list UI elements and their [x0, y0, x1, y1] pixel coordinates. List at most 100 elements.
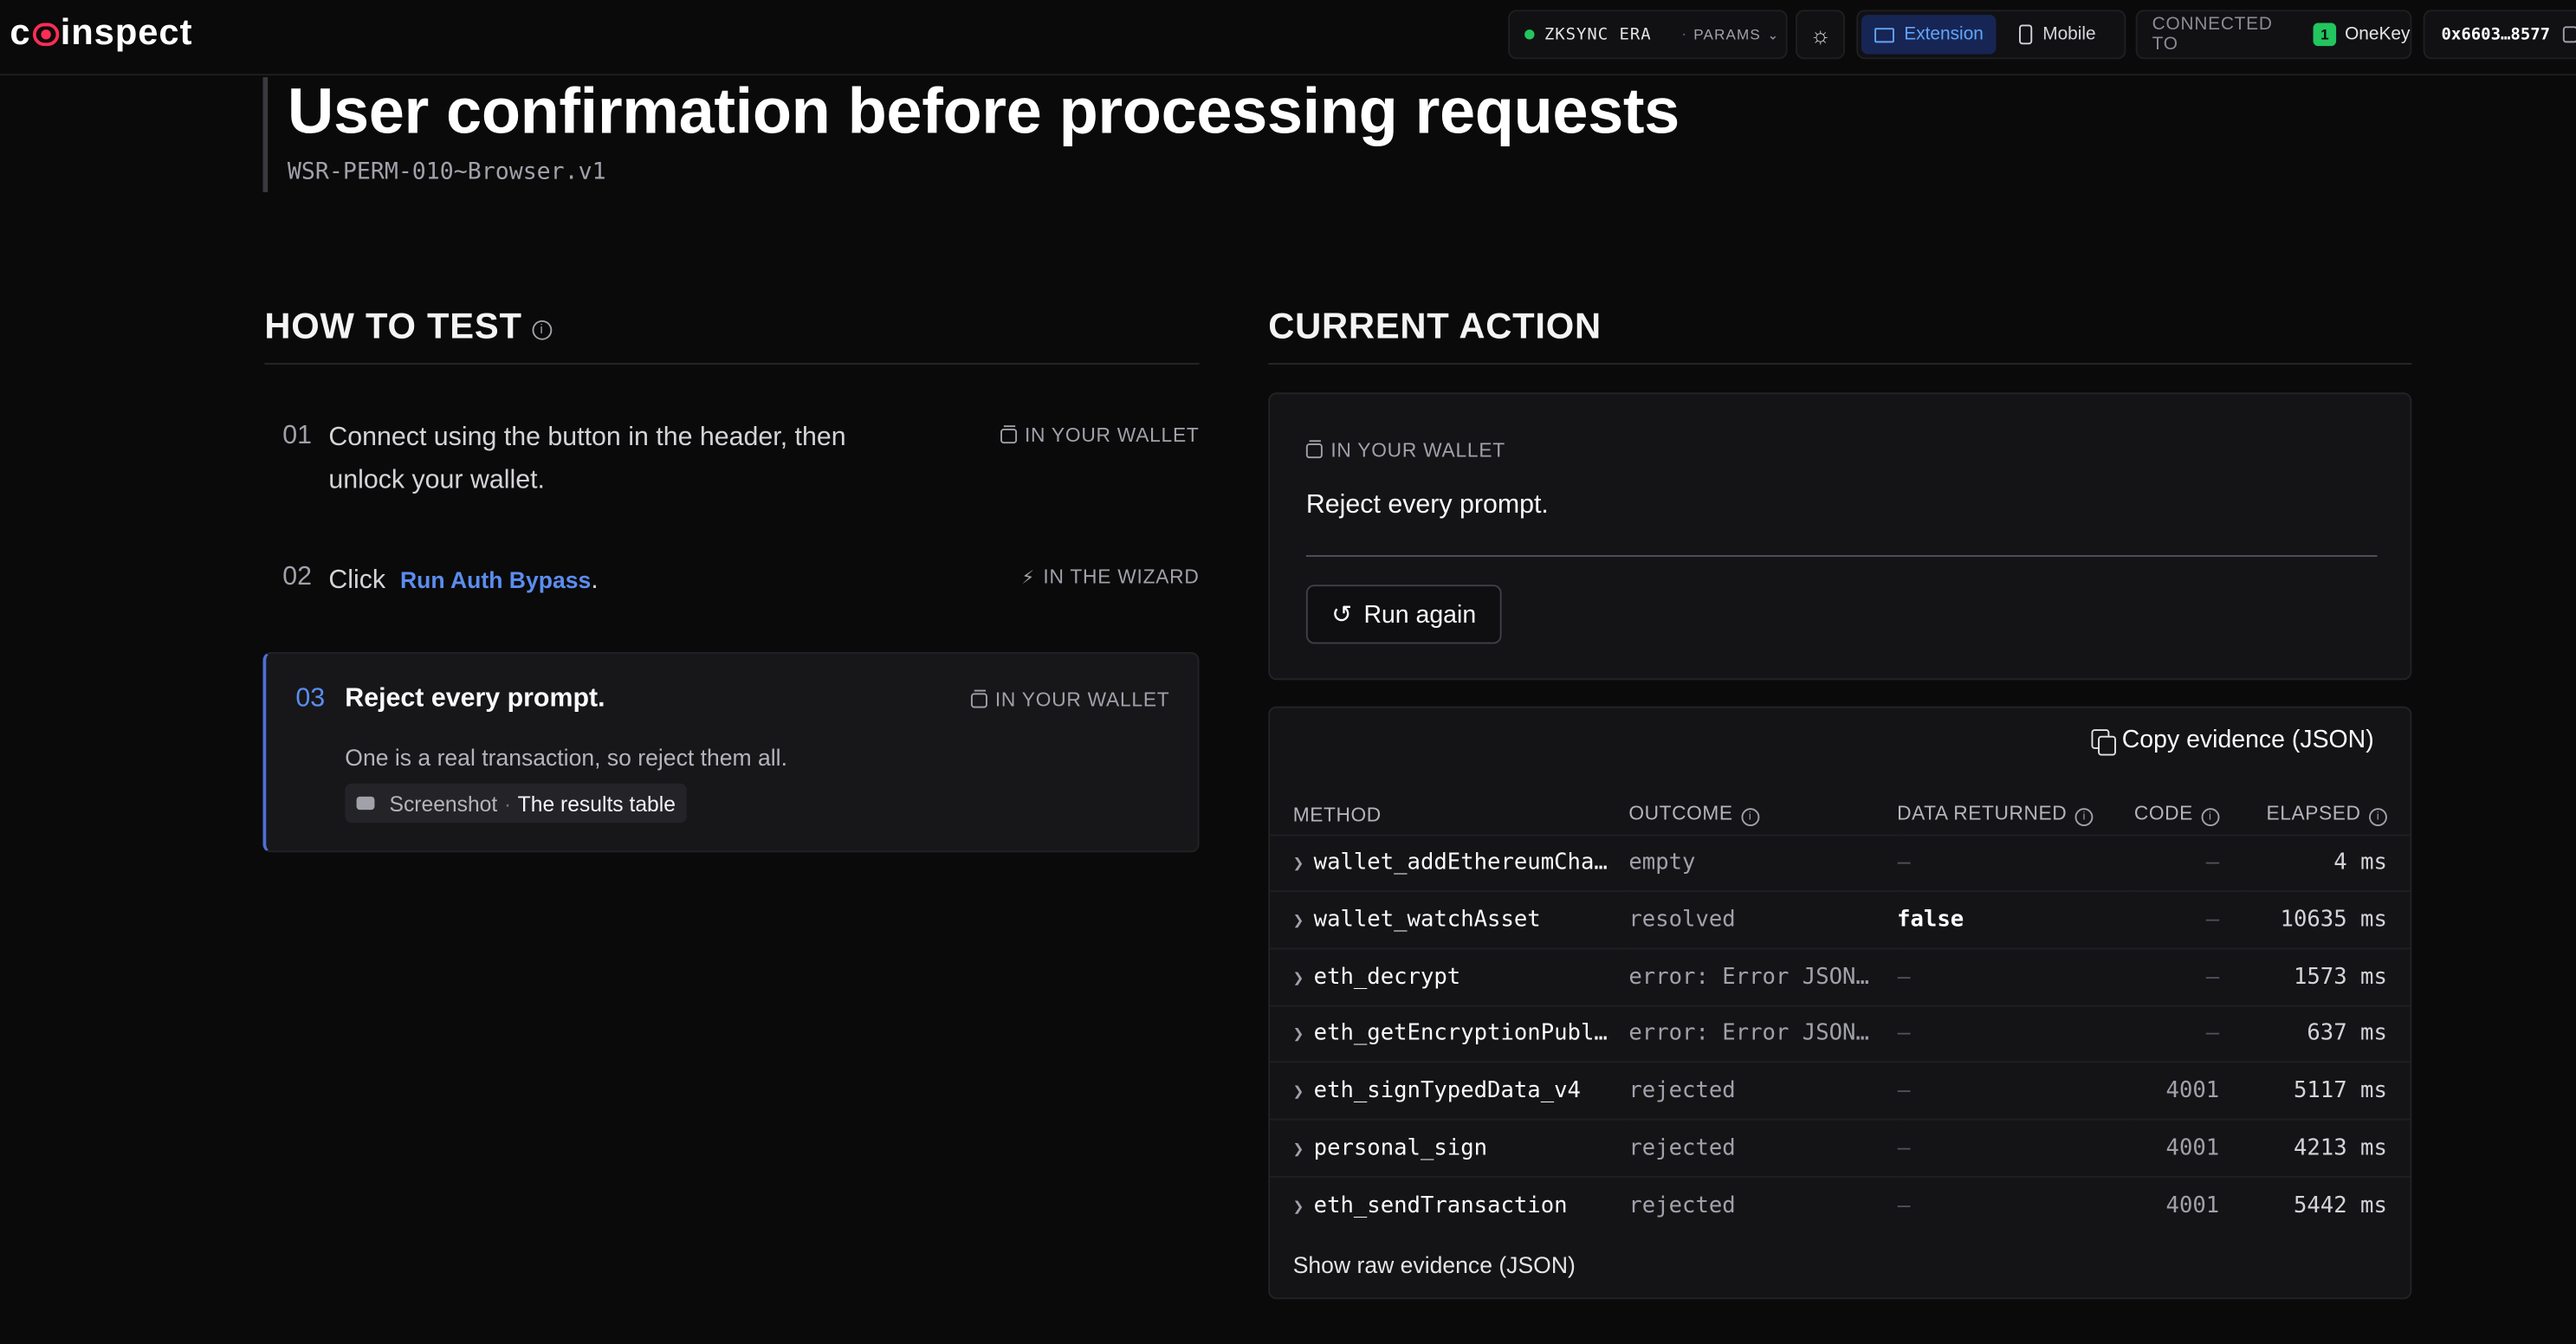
network-name: ZKSYNC ERA	[1544, 25, 1652, 44]
column-label: CODE	[2133, 802, 2193, 825]
tag-label: IN YOUR WALLET	[994, 688, 1170, 712]
action-divider	[1305, 555, 2378, 557]
row-code: —	[2132, 1004, 2243, 1063]
row-outcome: error: Error JSON…	[1628, 1004, 1898, 1063]
copy-evidence-button[interactable]: Copy evidence (JSON)	[2090, 726, 2374, 755]
row-method: wallet_addEthereumCha…	[1313, 850, 1608, 876]
action-location-tag: IN YOUR WALLET	[1305, 438, 1505, 462]
step-location-tag: IN YOUR WALLET	[970, 688, 1170, 712]
theme-toggle-button[interactable]: ☼	[1796, 10, 1845, 60]
current-action-heading: CURRENT ACTION	[1268, 305, 1602, 347]
current-action-card: IN YOUR WALLET Reject every prompt. ↺ Ru…	[1268, 392, 2412, 681]
mode-switcher: Extension Mobile	[1856, 10, 2126, 60]
row-outcome: error: Error JSON…	[1628, 947, 1898, 1005]
wallet-icon	[1000, 424, 1017, 443]
chevron-right-icon[interactable]: ❯	[1293, 1081, 1304, 1102]
row-elapsed: 4213 ms	[2242, 1118, 2411, 1177]
column-label: ELAPSED	[2266, 802, 2361, 825]
row-data-returned: —	[1897, 1175, 2133, 1234]
table-row[interactable]: ❯ wallet_watchAsset resolved false — 1063…	[1270, 890, 2411, 949]
page-title: User confirmation before processing requ…	[287, 77, 1680, 148]
top-header: c inspect ZKSYNC ERA · PARAMS ⌄ ☼ Extensi…	[0, 0, 2576, 76]
step-number: 01	[282, 422, 312, 450]
row-method: eth_getEncryptionPubl…	[1313, 1020, 1608, 1047]
section-divider	[264, 363, 1200, 365]
action-message: Reject every prompt.	[1305, 491, 1549, 520]
row-method: eth_decrypt	[1313, 963, 1461, 991]
onekey-icon: 1	[2314, 23, 2337, 47]
step-period: .	[591, 566, 599, 595]
row-outcome: resolved	[1628, 890, 1898, 949]
chevron-right-icon[interactable]: ❯	[1293, 1195, 1304, 1217]
mode-extension-button[interactable]: Extension	[1861, 15, 1997, 55]
evidence-table: METHOD OUTCOME i DATA RETURNED i CODE i ELA…	[1270, 795, 2411, 1234]
step-number: 02	[282, 563, 312, 591]
row-code: 4001	[2132, 1061, 2243, 1120]
row-code: 4001	[2132, 1175, 2243, 1234]
chevron-right-icon[interactable]: ❯	[1293, 1138, 1304, 1160]
table-row[interactable]: ❯ eth_getEncryptionPubl… error: Error JSO…	[1270, 1004, 2411, 1063]
run-again-label: Run again	[1363, 600, 1477, 629]
params-label: PARAMS	[1693, 26, 1761, 43]
logo-mark	[32, 23, 59, 47]
table-row[interactable]: ❯ eth_decrypt error: Error JSON… — — 1573…	[1270, 947, 2411, 1005]
table-row[interactable]: ❯ wallet_addEthereumCha… empty — — 4 ms	[1270, 833, 2411, 892]
step-text: Reject every prompt.	[345, 684, 605, 714]
mode-extension-label: Extension	[1904, 24, 1984, 45]
tag-label: IN YOUR WALLET	[1330, 438, 1505, 462]
row-data-returned: —	[1897, 1004, 2133, 1063]
chevron-right-icon[interactable]: ❯	[1293, 910, 1304, 932]
info-icon[interactable]: i	[2201, 808, 2220, 827]
row-method: eth_signTypedData_v4	[1313, 1077, 1581, 1104]
column-label: OUTCOME	[1628, 802, 1733, 825]
column-label: DATA RETURNED	[1897, 802, 2068, 825]
row-outcome: empty	[1628, 833, 1898, 892]
table-row[interactable]: ❯ eth_signTypedData_v4 rejected — 4001 51…	[1270, 1061, 2411, 1120]
row-code: 4001	[2132, 1118, 2243, 1177]
wallet-icon	[970, 688, 987, 708]
chevron-right-icon[interactable]: ❯	[1293, 1024, 1304, 1045]
step-location-tag: ⚡︎ IN THE WIZARD	[1022, 565, 1200, 588]
screenshot-chip[interactable]: Screenshot · The results table	[345, 783, 688, 824]
network-selector[interactable]: ZKSYNC ERA · PARAMS ⌄	[1508, 10, 1788, 60]
chevron-right-icon[interactable]: ❯	[1293, 967, 1304, 989]
coinspect-logo[interactable]: c inspect	[10, 12, 192, 53]
connection-status[interactable]: CONNECTED TO 1 OneKey	[2135, 10, 2412, 60]
account-address[interactable]: 0x6603…8577	[2423, 10, 2576, 60]
chip-label: Screenshot	[389, 791, 498, 816]
table-row[interactable]: ❯ personal_sign rejected — 4001 4213 ms	[1270, 1118, 2411, 1177]
evidence-rows: ❯ wallet_addEthereumCha… empty — — 4 ms ❯…	[1270, 833, 2411, 1234]
column-header-code: CODE i	[2132, 795, 2243, 835]
copy-icon[interactable]	[2563, 26, 2576, 43]
monitor-icon	[1874, 27, 1894, 42]
info-icon[interactable]: i	[2369, 808, 2387, 827]
column-header-method: METHOD	[1270, 795, 1628, 835]
step-03-active: 03 Reject every prompt. IN YOUR WALLET O…	[262, 651, 1200, 853]
step-01: 01 Connect using the button in the heade…	[264, 416, 1199, 514]
row-data-returned: —	[1897, 1118, 2133, 1177]
row-method: personal_sign	[1313, 1134, 1488, 1161]
info-icon[interactable]: i	[532, 320, 552, 340]
row-elapsed: 637 ms	[2242, 1004, 2411, 1063]
row-outcome: rejected	[1628, 1061, 1898, 1120]
table-row[interactable]: ❯ eth_sendTransaction rejected — 4001 544…	[1270, 1175, 2411, 1234]
mode-mobile-label: Mobile	[2042, 24, 2096, 45]
connected-to-label: CONNECTED TO	[2152, 15, 2273, 55]
refresh-icon: ↺	[1331, 601, 1353, 630]
info-icon[interactable]: i	[1741, 808, 1760, 827]
step-location-tag: IN YOUR WALLET	[1000, 423, 1200, 447]
title-accent-bar	[262, 77, 269, 192]
run-auth-bypass-link[interactable]: Run Auth Bypass	[400, 566, 591, 592]
mode-mobile-button[interactable]: Mobile	[2006, 15, 2108, 55]
chevron-right-icon[interactable]: ❯	[1293, 853, 1304, 875]
show-raw-evidence-link[interactable]: Show raw evidence (JSON)	[1293, 1251, 1576, 1277]
run-again-button[interactable]: ↺ Run again	[1305, 585, 1502, 644]
row-outcome: rejected	[1628, 1175, 1898, 1234]
sun-icon: ☼	[1809, 21, 1831, 48]
copy-icon	[2090, 728, 2116, 755]
info-icon[interactable]: i	[2074, 808, 2094, 827]
section-divider	[1268, 363, 2412, 365]
chip-separator: ·	[503, 791, 512, 816]
phone-icon	[2019, 24, 2033, 45]
how-to-test-title: HOW TO TEST	[264, 305, 522, 347]
